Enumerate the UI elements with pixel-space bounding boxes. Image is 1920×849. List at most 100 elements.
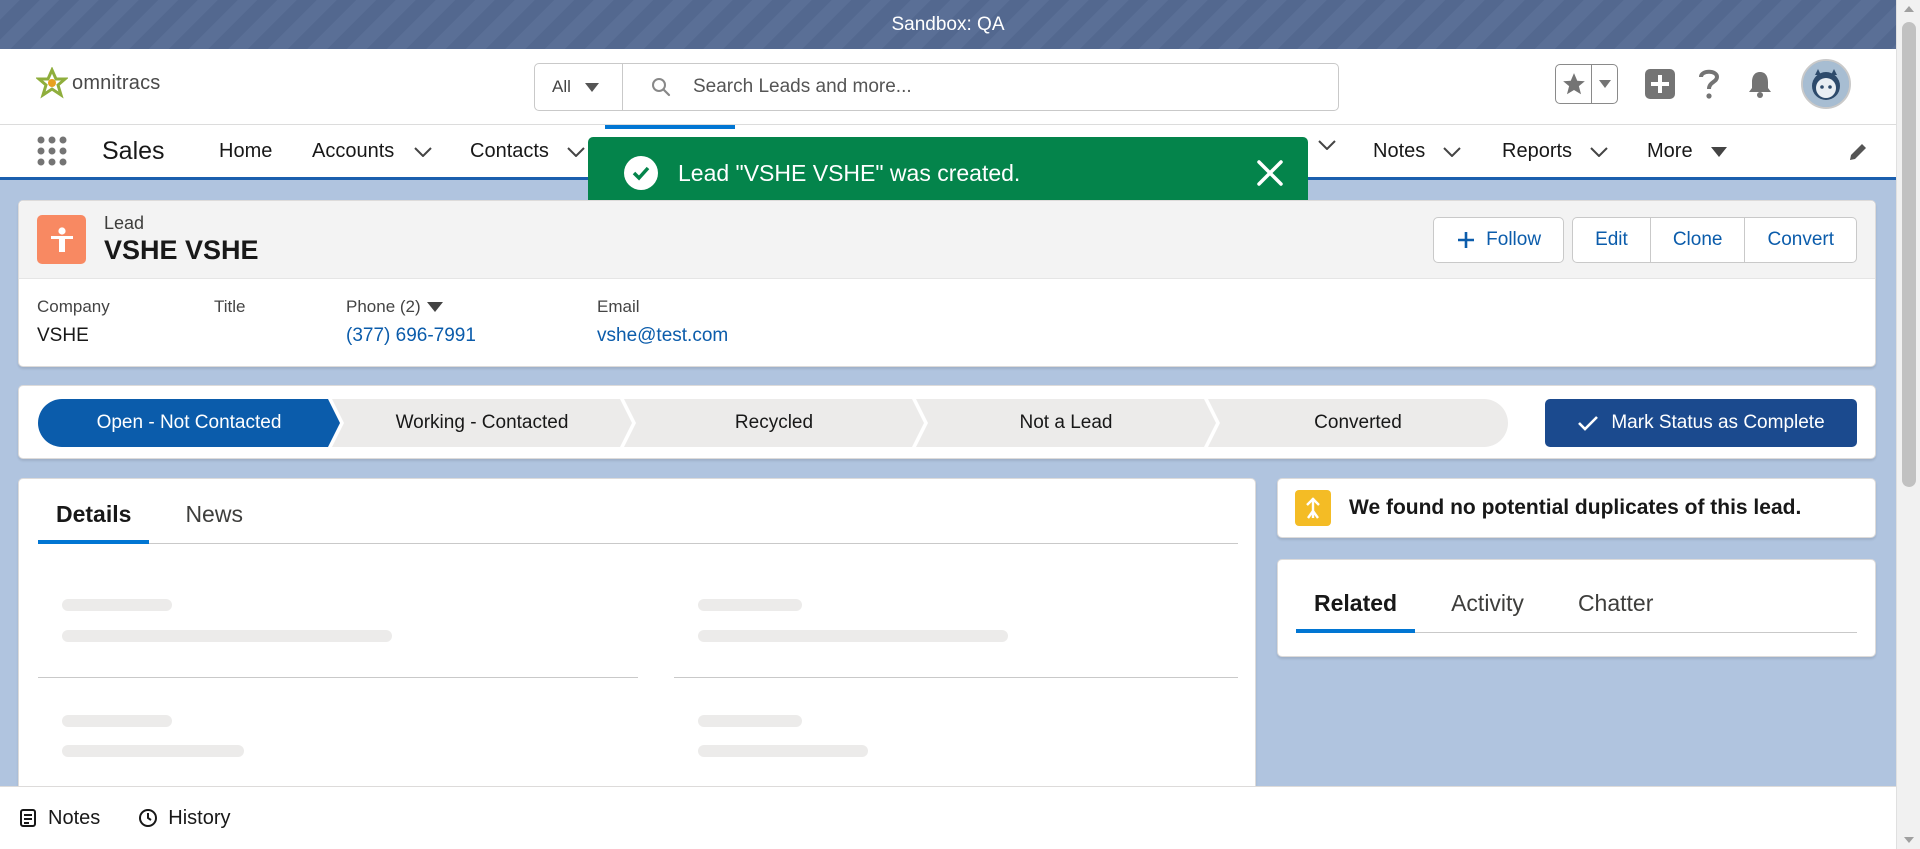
utility-item-history[interactable]: History [138,807,230,830]
path-step-label: Open - Not Contacted [96,412,282,433]
convert-label: Convert [1767,229,1834,250]
nav-item-label: More [1647,140,1693,162]
path-step-not-a-lead[interactable]: Not a Lead [916,399,1216,447]
user-avatar[interactable] [1801,59,1851,109]
email-value-link[interactable]: vshe@test.com [597,325,728,347]
nav-item-reports[interactable]: Reports [1502,140,1608,163]
global-create-button[interactable] [1645,69,1675,99]
utility-label: History [168,806,231,829]
notifications-button[interactable] [1745,69,1775,99]
record-actions: Follow Edit Clone Convert [1433,217,1857,263]
page-scrollbar[interactable] [1896,0,1920,849]
phone-label: Phone (2) [346,297,421,316]
favorites-list-button[interactable] [1591,65,1617,103]
company-label: Company [37,297,110,316]
plus-icon [1645,69,1675,99]
path-step-label: Converted [1314,412,1402,433]
scroll-up-arrow[interactable] [1904,6,1914,12]
pencil-icon [1850,144,1866,160]
path-step-label: Recycled [734,412,814,433]
chevron-down-icon[interactable] [1443,146,1461,157]
clone-button[interactable]: Clone [1650,217,1746,263]
highlight-fields: Company VSHE Title Phone (2) (377) 696-7… [19,279,1875,367]
edit-nav-button[interactable] [1847,141,1869,168]
chevron-down-icon[interactable] [1590,146,1608,157]
search-icon [652,78,671,97]
tab-label: Related [1314,589,1398,616]
scroll-thumb[interactable] [1902,22,1916,487]
header-actions [1555,59,1851,109]
help-button[interactable] [1697,68,1721,100]
caret-down-icon [426,302,443,312]
check-icon [1578,416,1599,431]
title-field: Title [214,297,246,317]
email-field: Email vshe@test.com [597,297,728,347]
search-box [623,64,1338,110]
related-tabs: Related Activity Chatter [1296,574,1857,633]
search-input[interactable] [693,76,1293,98]
nav-item-home[interactable]: Home [219,140,272,163]
entity-type-label: Lead [104,213,145,233]
nav-item-hidden-dropdown[interactable] [1318,140,1336,150]
global-search: All [534,63,1339,111]
company-logo[interactable]: omnitracs [36,67,161,99]
search-scope-label: All [552,77,571,96]
nav-item-notes[interactable]: Notes [1373,140,1461,163]
nav-item-label: Home [219,140,273,162]
favorites-button[interactable] [1556,65,1591,103]
field-divider [38,677,638,678]
follow-button[interactable]: Follow [1433,217,1565,263]
chevron-down-icon[interactable] [567,146,585,157]
company-field: Company VSHE [37,297,110,347]
utility-item-notes[interactable]: Notes [18,807,100,830]
tab-activity[interactable]: Activity [1433,574,1542,632]
avatar-icon [1803,61,1849,107]
phone-value-link[interactable]: (377) 696-7991 [346,325,476,347]
tab-label: Activity [1451,589,1524,616]
path-step-open-not-contacted[interactable]: Open - Not Contacted [38,399,340,447]
mark-status-complete-button[interactable]: Mark Status as Complete [1545,399,1857,447]
search-scope-dropdown[interactable]: All [535,64,623,110]
edit-label: Edit [1595,229,1628,250]
app-launcher-button[interactable] [36,135,68,172]
nav-item-more[interactable]: More [1647,140,1727,163]
tab-label: News [185,500,243,527]
company-value: VSHE [37,325,89,346]
utility-label: Notes [48,806,101,829]
convert-button[interactable]: Convert [1745,217,1857,263]
nav-item-contacts[interactable]: Contacts [470,140,585,163]
record-name: VSHE VSHE [104,235,259,265]
path-step-working-contacted[interactable]: Working - Contacted [332,399,632,447]
logo-text: omnitracs [72,71,161,94]
nav-item-accounts[interactable]: Accounts [312,140,432,163]
duplicates-message: We found no potential duplicates of this… [1349,496,1802,519]
tab-related[interactable]: Related [1296,574,1416,633]
status-path: Open - Not Contacted Working - Contacted… [18,385,1876,459]
scroll-down-arrow[interactable] [1904,837,1914,843]
toast-close-button[interactable] [1256,159,1284,192]
edit-button[interactable]: Edit [1572,217,1651,263]
phone-label-group[interactable]: Phone (2) [346,297,476,317]
plus-icon [1458,232,1475,248]
sandbox-label: Sandbox: QA [891,13,1005,35]
loading-placeholder [698,630,1008,642]
clone-label: Clone [1672,229,1723,250]
related-card: Related Activity Chatter [1277,559,1876,657]
tab-details[interactable]: Details [38,485,150,544]
caret-down-icon [1710,146,1727,157]
sandbox-banner: Sandbox: QA [0,0,1896,49]
record-highlights: Lead VSHE VSHE Follow Edit Clone Convert… [18,200,1876,367]
question-icon [1699,69,1720,99]
check-circle-icon [624,156,658,190]
tab-label: Chatter [1577,589,1654,616]
path-step-converted[interactable]: Converted [1208,399,1508,447]
tab-chatter[interactable]: Chatter [1560,574,1671,632]
nav-item-label: Accounts [312,140,395,162]
path-step-label: Working - Contacted [395,412,569,433]
tab-news[interactable]: News [167,485,261,543]
chevron-down-icon [1598,80,1611,88]
chevron-down-icon[interactable] [414,146,432,157]
path-step-recycled[interactable]: Recycled [624,399,924,447]
utility-bar: Notes History [0,786,1896,849]
bell-icon [1749,72,1771,98]
